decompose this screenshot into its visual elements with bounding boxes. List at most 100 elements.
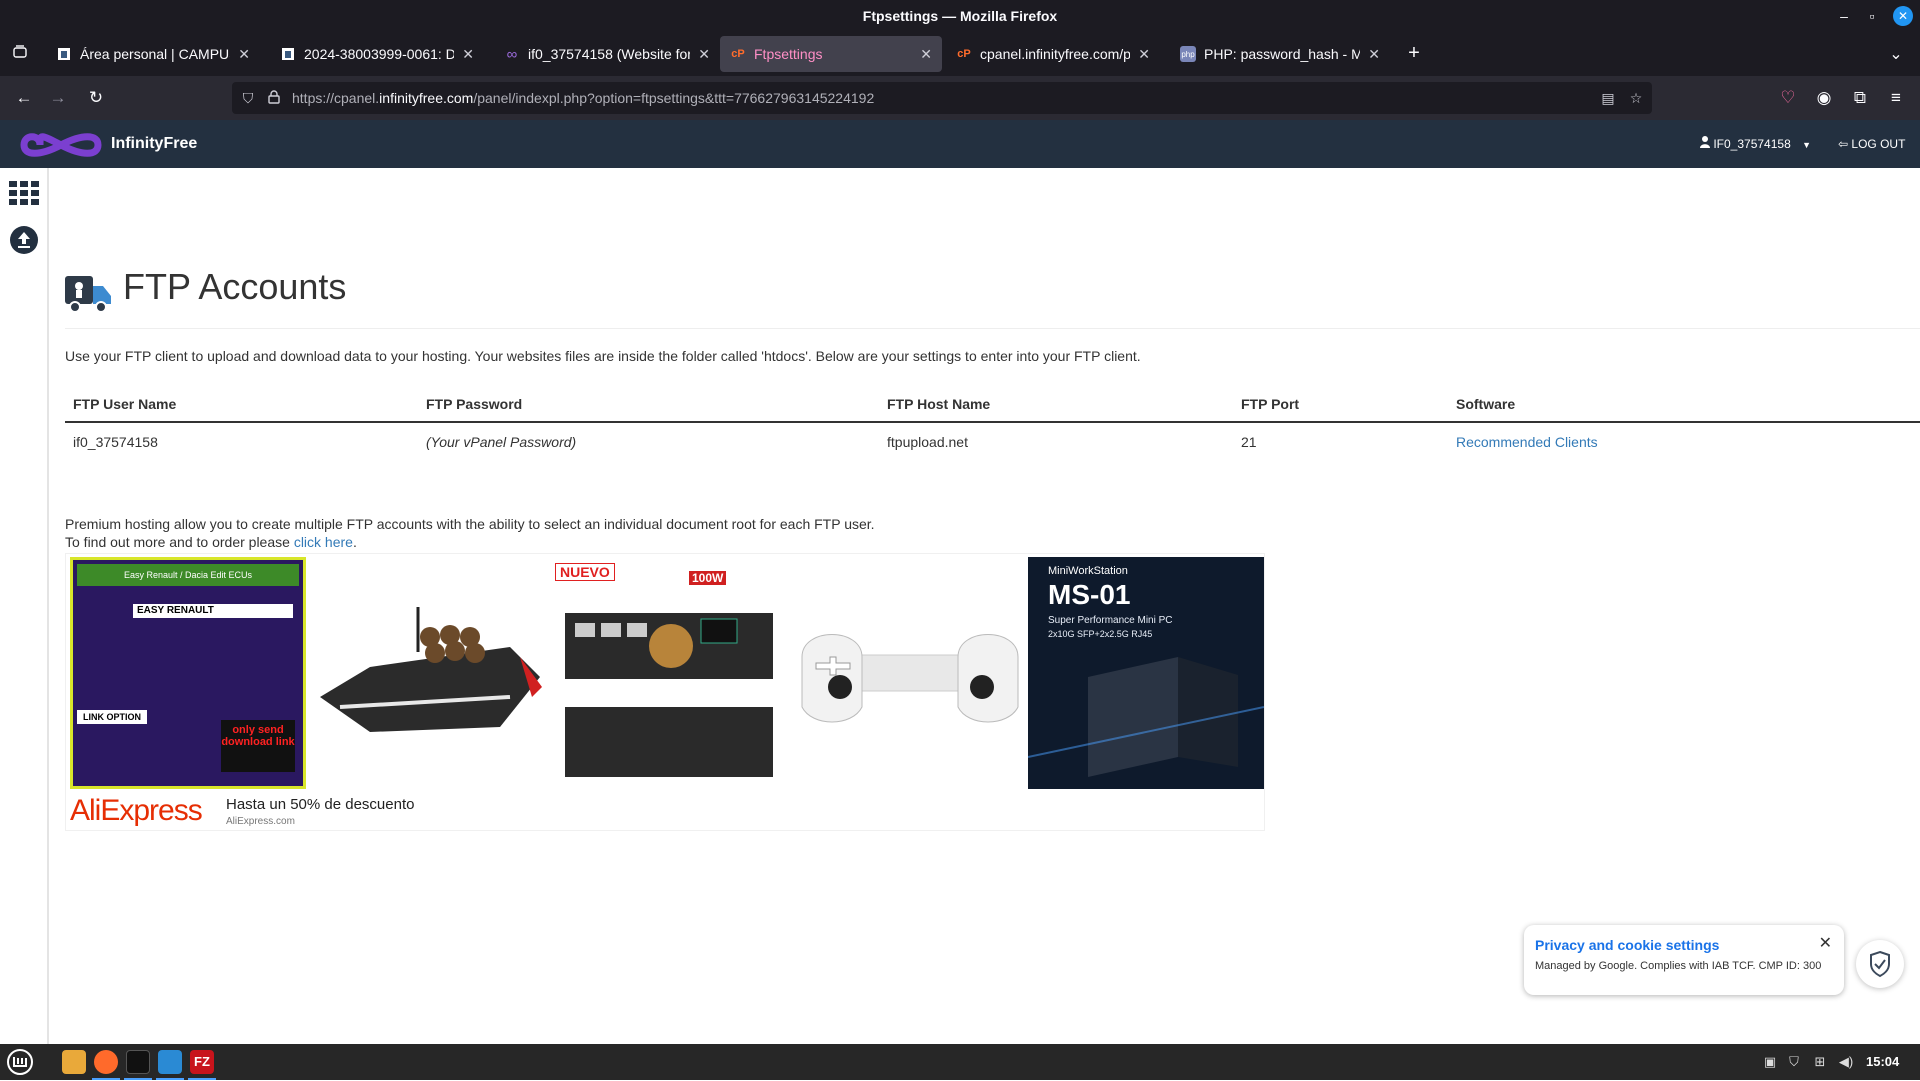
tab-document[interactable]: 2024-38003999-0061: Desc ✕	[270, 36, 484, 72]
close-tab-icon[interactable]: ✕	[1138, 46, 1150, 63]
new-tab-icon[interactable]: +	[1404, 42, 1424, 65]
ad-cta: only send download link	[221, 720, 295, 772]
tab-label: cpanel.infinityfree.com/pan	[980, 46, 1131, 62]
close-icon[interactable]: ✕	[1819, 933, 1832, 953]
ftp-settings-table: FTP User Name FTP Password FTP Host Name…	[65, 384, 1920, 460]
close-window-icon[interactable]: ✕	[1893, 6, 1913, 26]
ad-product-mini-pc[interactable]: MiniWorkStation MS-01 Super Performance …	[1028, 557, 1264, 789]
shield-tray-icon[interactable]: ⛉	[1786, 1054, 1802, 1070]
network-icon[interactable]: ⊞	[1812, 1054, 1828, 1070]
ad-product-bait-boat[interactable]	[310, 557, 546, 789]
close-tab-icon[interactable]: ✕	[238, 46, 250, 63]
click-here-link[interactable]: click here	[294, 534, 353, 550]
ad-product-charger-board[interactable]: NUEVO 100W	[551, 557, 787, 789]
column-header: FTP Password	[418, 384, 879, 423]
ad-ecu-label: EASY RENAULT	[133, 604, 293, 618]
shield-icon[interactable]: ⛉	[240, 90, 256, 106]
table-header-row: FTP User Name FTP Password FTP Host Name…	[65, 384, 1920, 423]
privacy-popup: Privacy and cookie settings Managed by G…	[1524, 925, 1844, 995]
side-rail	[0, 168, 49, 1044]
clipboard-icon[interactable]: ▣	[1762, 1054, 1778, 1070]
recommended-clients-link[interactable]: Recommended Clients	[1456, 434, 1598, 450]
infinityfree-logo-icon[interactable]	[18, 124, 104, 171]
tab-ftpsettings[interactable]: cP Ftpsettings ✕	[720, 36, 942, 72]
navigation-toolbar: ← → ↻ ⛉ https://cpanel.infinityfree.com/…	[0, 76, 1920, 120]
close-tab-icon[interactable]: ✕	[462, 46, 474, 63]
tab-label: 2024-38003999-0061: Desc	[304, 46, 455, 62]
close-tab-icon[interactable]: ✕	[1368, 46, 1380, 63]
filezilla-icon[interactable]: FZ	[190, 1050, 214, 1074]
mint-menu-icon[interactable]	[6, 1048, 34, 1081]
premium-order-text: To find out more and to order please	[65, 534, 294, 550]
brand-name[interactable]: InfinityFree	[111, 120, 197, 168]
premium-suffix: .	[352, 534, 357, 550]
minimize-icon[interactable]: –	[1834, 6, 1854, 26]
column-header: FTP Host Name	[879, 384, 1233, 423]
extensions-icon[interactable]: ⧉	[1848, 86, 1872, 110]
tab-php-manual[interactable]: php PHP: password_hash - Manu ✕	[1170, 36, 1390, 72]
php-favicon-icon: php	[1180, 46, 1196, 62]
aliexpress-logo[interactable]: AliExpress	[70, 794, 203, 828]
campus-favicon-icon	[56, 46, 72, 62]
files-icon[interactable]	[62, 1050, 86, 1074]
ad-footer[interactable]: AliExpress Hasta un 50% de descuento Ali…	[70, 794, 1260, 828]
page-title: FTP Accounts	[123, 266, 347, 307]
firefox-icon[interactable]	[94, 1050, 118, 1074]
tab-website[interactable]: ∞ if0_37574158 (Website for ✕	[494, 36, 720, 72]
ad-ecu-title: Easy Renault / Dacia Edit ECUs	[77, 564, 299, 586]
ad-product-ecu-software[interactable]: Easy Renault / Dacia Edit ECUs EASY RENA…	[70, 557, 306, 789]
column-header: FTP User Name	[65, 384, 418, 423]
pocket-icon[interactable]: ♡	[1776, 86, 1800, 110]
forward-icon[interactable]: →	[46, 86, 70, 110]
close-tab-icon[interactable]: ✕	[698, 46, 710, 63]
clock[interactable]: 15:04	[1866, 1044, 1899, 1080]
terminal-icon[interactable]	[126, 1050, 150, 1074]
ftp-truck-icon	[65, 274, 111, 319]
premium-notice: Premium hosting allow you to create mult…	[65, 515, 875, 551]
list-all-tabs-icon[interactable]: ⌄	[1886, 44, 1906, 64]
privacy-shield-button[interactable]	[1856, 940, 1904, 988]
window-titlebar: Ftpsettings — Mozilla Firefox – ▫ ✕	[0, 0, 1920, 32]
account-icon[interactable]: ◉	[1812, 86, 1836, 110]
logout-icon: ⇦	[1838, 137, 1849, 151]
tab-overview-icon[interactable]	[10, 44, 30, 65]
vscode-icon[interactable]	[158, 1050, 182, 1074]
bookmark-star-icon[interactable]: ☆	[1628, 90, 1644, 106]
ftp-port: 21	[1241, 433, 1257, 450]
ad-headline[interactable]: Hasta un 50% de descuento	[226, 796, 414, 813]
volume-icon[interactable]: ◀)	[1838, 1054, 1854, 1070]
logout-button[interactable]: ⇦ LOG OUT	[1838, 120, 1905, 168]
advertisement[interactable]: ▷✕ Easy Renault / Dacia Edit ECUs EASY R…	[65, 553, 1265, 831]
tab-label: PHP: password_hash - Manu	[1204, 46, 1361, 62]
reload-icon[interactable]: ↻	[84, 86, 108, 110]
shield-check-icon	[1870, 950, 1890, 978]
lock-icon[interactable]	[266, 90, 282, 106]
app-header: InfinityFree IF0_37574158 ▼ ⇦ LOG OUT	[0, 120, 1920, 168]
privacy-description: Managed by Google. Complies with IAB TCF…	[1535, 960, 1822, 972]
column-header: Software	[1448, 384, 1920, 423]
tab-label: Ftpsettings	[754, 46, 823, 62]
grid-menu-icon[interactable]	[9, 181, 39, 210]
intro-text: Use your FTP client to upload and downlo…	[65, 348, 1141, 364]
close-tab-icon[interactable]: ✕	[920, 46, 932, 63]
url-text[interactable]: https://cpanel.infinityfree.com/panel/in…	[292, 82, 874, 114]
title-divider	[65, 328, 1920, 329]
ftp-username: if0_37574158	[73, 433, 158, 450]
reader-view-icon[interactable]: ▤	[1600, 90, 1616, 106]
caret-down-icon: ▼	[1802, 140, 1812, 150]
back-icon[interactable]: ←	[12, 86, 36, 110]
address-bar[interactable]: ⛉ https://cpanel.infinityfree.com/panel/…	[232, 82, 1652, 114]
tab-cpanel[interactable]: cP cpanel.infinityfree.com/pan ✕	[946, 36, 1160, 72]
privacy-settings-link[interactable]: Privacy and cookie settings	[1535, 937, 1719, 953]
ftp-password: (Your vPanel Password)	[426, 433, 577, 450]
tab-campus[interactable]: Área personal | CAMPUS ✕	[46, 36, 260, 72]
cpanel-favicon-icon: cP	[957, 48, 971, 60]
upload-icon[interactable]	[10, 226, 38, 259]
user-menu[interactable]: IF0_37574158 ▼	[1700, 120, 1811, 169]
ad-product-controller[interactable]	[792, 557, 1028, 789]
menu-icon[interactable]: ≡	[1884, 86, 1908, 110]
table-row: if0_37574158 (Your vPanel Password) ftpu…	[65, 422, 1920, 460]
maximize-icon[interactable]: ▫	[1862, 6, 1882, 26]
logout-label: LOG OUT	[1851, 137, 1906, 151]
infinity-favicon-icon: ∞	[506, 45, 518, 63]
